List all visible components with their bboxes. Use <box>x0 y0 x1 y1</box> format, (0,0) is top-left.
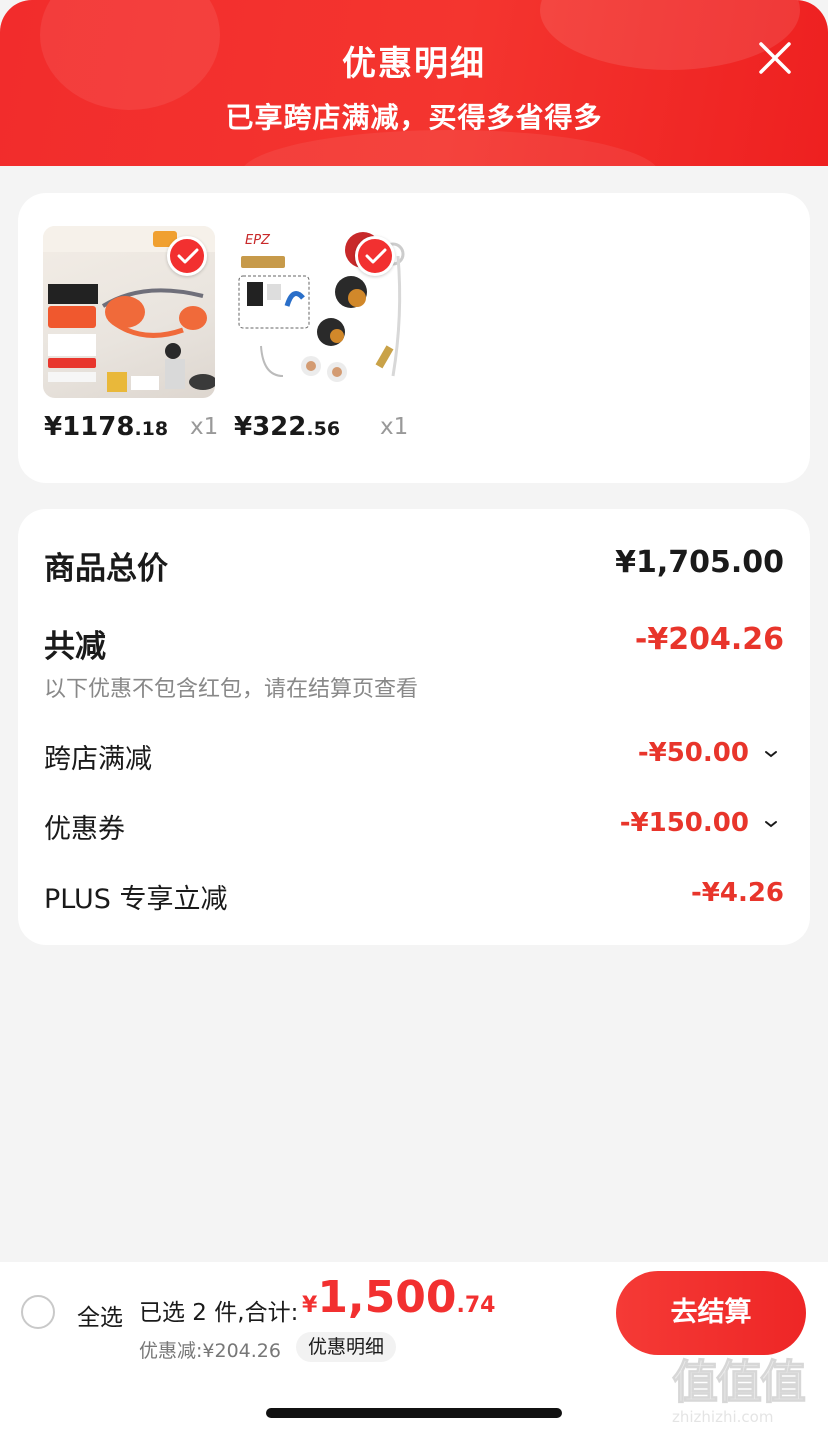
plus-discount-value: -¥4.26 <box>690 878 784 908</box>
chevron-down-icon[interactable] <box>764 749 778 759</box>
check-icon <box>355 236 395 276</box>
cross-store-discount-label: 跨店满减 <box>44 744 152 775</box>
selected-count-text: 已选 2 件,合计: <box>139 1300 299 1326</box>
discount-detail-button[interactable]: 优惠明细 <box>296 1332 397 1362</box>
product-quantity: x1 <box>190 414 219 440</box>
price-integer: ¥1178 <box>44 412 135 442</box>
header-banner: 优惠明细 已享跨店满减，买得多省得多 <box>0 0 828 166</box>
product-quantity: x1 <box>380 414 409 440</box>
close-icon[interactable] <box>755 38 795 78</box>
total-discount-label: 共减 <box>44 629 106 665</box>
discount-summary: 优惠减:¥204.26 <box>139 1340 281 1362</box>
price-integer: ¥322 <box>234 412 307 442</box>
check-icon <box>167 236 207 276</box>
select-all-label[interactable]: 全选 <box>77 1298 123 1332</box>
product-image[interactable]: EPZ <box>233 226 405 398</box>
cross-store-discount-value[interactable]: -¥50.00 <box>638 738 778 768</box>
product-image[interactable] <box>43 226 215 398</box>
products-card: EPZ ¥1178.18 x1 ¥322.56 x1 <box>18 193 810 483</box>
price-row: ¥1178.18 x1 ¥322.56 x1 <box>44 412 824 452</box>
checkout-button[interactable]: 去结算 <box>616 1271 806 1355</box>
product-price: ¥322.56 <box>234 412 340 442</box>
total-discount-value: -¥204.26 <box>634 622 784 657</box>
watermark-glyph: 值值值 <box>672 1355 807 1410</box>
discount-amount: -¥50.00 <box>637 738 749 768</box>
chevron-down-icon[interactable] <box>764 819 778 829</box>
home-indicator[interactable] <box>266 1408 562 1418</box>
total-integer: 1,500 <box>317 1272 457 1323</box>
total-decimal: .74 <box>456 1293 496 1318</box>
coupon-value[interactable]: -¥150.00 <box>620 808 778 838</box>
product-price: ¥1178.18 <box>44 412 168 442</box>
price-summary-card: 商品总价 ¥1,705.00 共减 -¥204.26 以下优惠不包含红包，请在结… <box>18 509 810 945</box>
coupon-label: 优惠券 <box>44 814 125 845</box>
total-price-label: 商品总价 <box>44 551 168 587</box>
plus-discount-label: PLUS 专享立减 <box>44 884 228 915</box>
page-subtitle: 已享跨店满减，买得多省得多 <box>225 101 603 134</box>
discount-note: 以下优惠不包含红包，请在结算页查看 <box>44 677 419 702</box>
svg-text:EPZ: EPZ <box>245 233 271 248</box>
total-currency: ¥ <box>302 1293 318 1318</box>
watermark-logo: 值值值 zhizhizhi.com <box>672 1346 822 1436</box>
discount-amount: -¥150.00 <box>619 808 749 838</box>
page-title: 优惠明细 <box>342 44 486 84</box>
total-price-value: ¥1,705.00 <box>615 545 784 580</box>
price-decimal: .18 <box>134 418 169 440</box>
price-decimal: .56 <box>306 418 341 440</box>
select-all-radio[interactable] <box>21 1295 55 1329</box>
total-amount: ¥1,500.74 <box>302 1272 495 1323</box>
